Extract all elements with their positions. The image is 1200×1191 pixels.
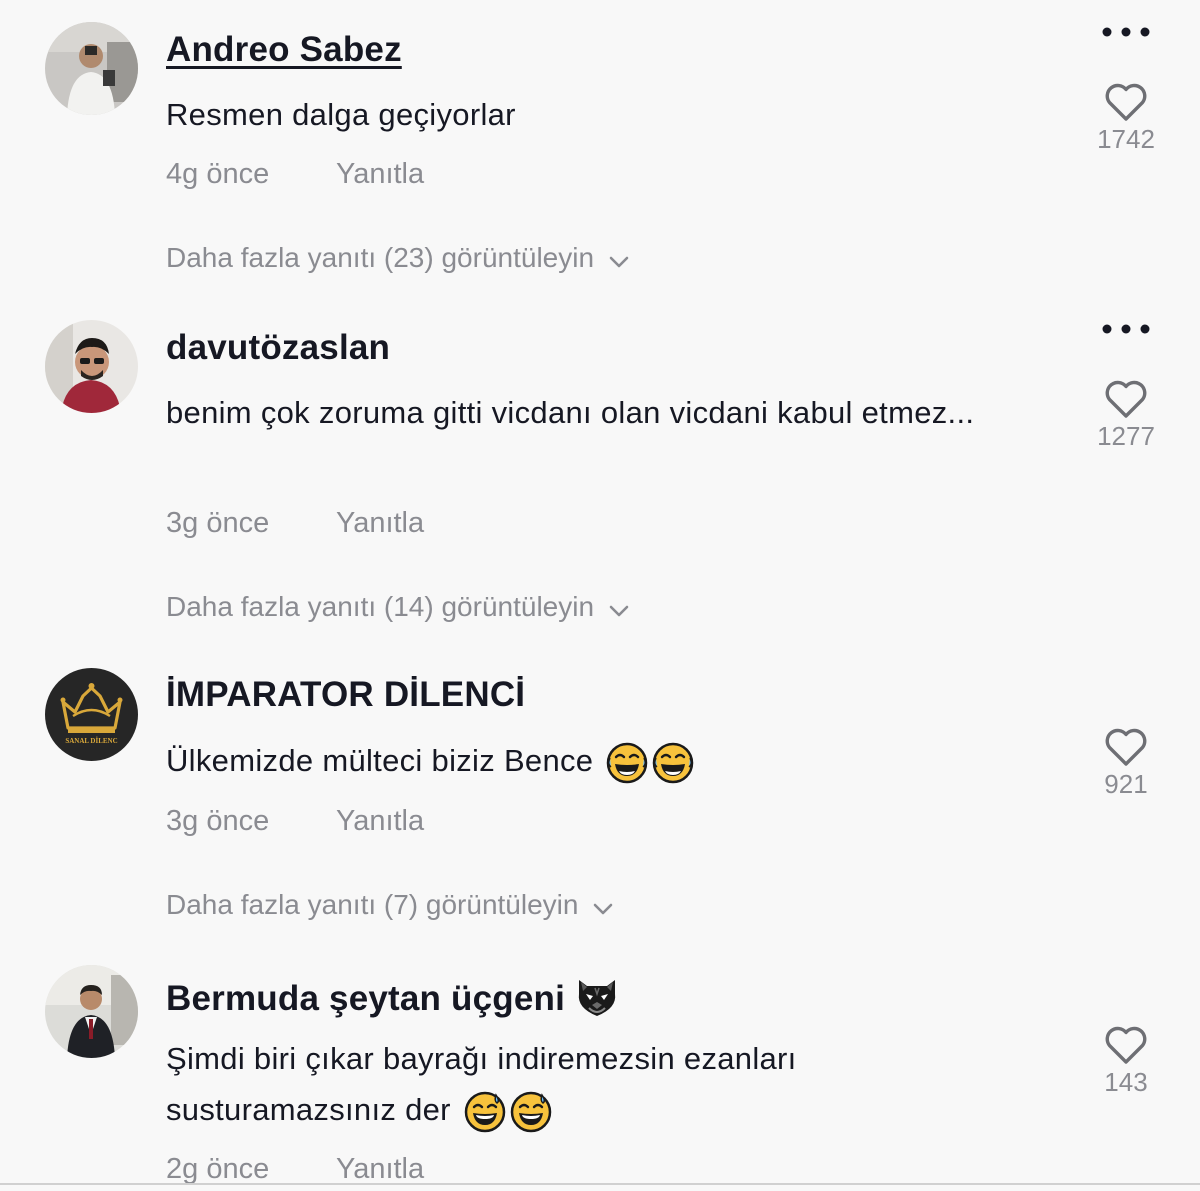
view-more-replies-label: Daha fazla yanıtı (23) görüntüleyin: [166, 242, 595, 273]
comment-time: 3g önce: [166, 805, 270, 837]
more-options-icon[interactable]: [1100, 25, 1152, 39]
like-section: 143: [1090, 1025, 1162, 1098]
like-count: 143: [1104, 1067, 1148, 1097]
like-count: 1742: [1097, 124, 1155, 154]
username[interactable]: Bermuda şeytan üçgeni: [166, 972, 621, 1020]
heart-icon[interactable]: [1104, 82, 1148, 122]
comment-meta: 4g önce Yanıtla: [166, 158, 424, 191]
comment-time: 3g önce: [166, 507, 270, 539]
grinning-sweat-emoji-icon: [464, 1091, 506, 1133]
like-section: 921: [1090, 727, 1162, 800]
reply-button[interactable]: Yanıtla: [336, 158, 424, 190]
comment-time: 4g önce: [166, 158, 270, 190]
avatar-photo-icon: [45, 22, 138, 115]
comment-meta: 3g önce Yanıtla: [166, 805, 424, 838]
reply-button[interactable]: Yanıtla: [336, 805, 424, 837]
avatar[interactable]: [45, 22, 138, 115]
avatar-caption: SANAL DİLENC: [65, 737, 117, 745]
comment-text: Ülkemizde mülteci biziz Bence: [166, 735, 986, 786]
reply-button[interactable]: Yanıtla: [336, 507, 424, 539]
black-tiger-face-emoji-icon: [573, 972, 621, 1020]
comment-meta: 2g önce Yanıtla: [166, 1153, 424, 1186]
avatar[interactable]: [45, 965, 138, 1058]
username[interactable]: Andreo Sabez: [166, 30, 402, 70]
chevron-down-icon: [608, 244, 630, 276]
more-options-icon[interactable]: [1100, 322, 1152, 336]
view-more-replies-button[interactable]: Daha fazla yanıtı (7) görüntüleyin: [166, 889, 614, 923]
comment-text: Resmen dalga geçiyorlar: [166, 97, 516, 132]
avatar[interactable]: [45, 320, 138, 413]
like-section: 1742: [1090, 82, 1162, 155]
comment-text: Şimdi biri çıkar bayrağı indiremezsin ez…: [166, 1033, 986, 1135]
heart-icon[interactable]: [1104, 1025, 1148, 1065]
heart-icon[interactable]: [1104, 379, 1148, 419]
like-count: 921: [1104, 769, 1148, 799]
username[interactable]: İMPARATOR DİLENCİ: [166, 675, 525, 715]
like-section: 1277: [1090, 379, 1162, 452]
chevron-down-icon: [608, 593, 630, 625]
divider: [0, 1183, 1200, 1185]
view-more-replies-button[interactable]: Daha fazla yanıtı (23) görüntüleyin: [166, 242, 630, 276]
avatar-photo-icon: [45, 320, 138, 413]
view-more-replies-button[interactable]: Daha fazla yanıtı (14) görüntüleyin: [166, 591, 630, 625]
avatar-photo-icon: [45, 965, 138, 1058]
comment-meta: 3g önce Yanıtla: [166, 507, 424, 540]
view-more-replies-label: Daha fazla yanıtı (7) görüntüleyin: [166, 889, 579, 920]
tears-of-joy-emoji-icon: [606, 742, 648, 784]
view-more-replies-label: Daha fazla yanıtı (14) görüntüleyin: [166, 591, 595, 622]
chevron-down-icon: [592, 891, 614, 923]
username[interactable]: davutözaslan: [166, 328, 390, 368]
comment-text: benim çok zoruma gitti vicdanı olan vicd…: [166, 395, 975, 430]
grinning-sweat-emoji-icon: [510, 1091, 552, 1133]
heart-icon[interactable]: [1104, 727, 1148, 767]
username-text: Bermuda şeytan üçgeni: [166, 979, 566, 1018]
reply-button[interactable]: Yanıtla: [336, 1153, 424, 1185]
tears-of-joy-emoji-icon: [652, 742, 694, 784]
avatar[interactable]: SANAL DİLENC: [45, 668, 138, 761]
comment-time: 2g önce: [166, 1153, 270, 1185]
like-count: 1277: [1097, 421, 1155, 451]
crown-logo-icon: SANAL DİLENC: [45, 668, 138, 761]
comment-text-content: Ülkemizde mülteci biziz Bence: [166, 743, 594, 778]
